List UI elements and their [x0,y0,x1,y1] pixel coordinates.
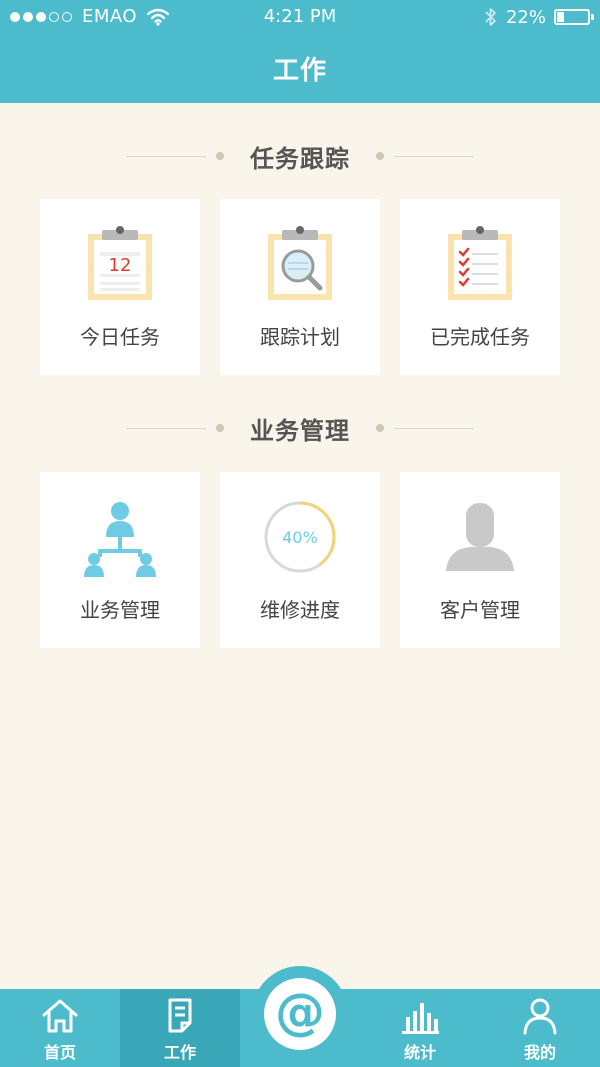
card-tracking-plan[interactable]: 跟踪计划 [220,199,380,375]
at-sign-icon: @ [275,983,325,1041]
section-title-text: 任务跟踪 [250,144,350,173]
card-label: 业务管理 [80,598,160,622]
tab-home[interactable]: 首页 [0,989,120,1067]
battery-fill [557,12,564,22]
tab-label: 统计 [403,1043,436,1062]
magnifier-clipboard-icon [220,224,380,304]
divider-line [126,427,206,429]
card-label: 维修进度 [260,598,340,622]
top-bar: EMAO 4:21 PM 22% 工作 [0,0,600,103]
divider-dot [216,152,224,160]
status-bar: EMAO 4:21 PM 22% [0,0,600,34]
card-label: 已完成任务 [430,325,530,349]
divider-line [394,155,474,157]
section-title-task-tracking: 任务跟踪 [0,136,600,176]
page-title: 工作 [272,56,327,86]
tab-label: 我的 [523,1043,556,1062]
org-chart-icon [40,497,200,577]
card-repair-progress[interactable]: 40% 维修进度 [220,472,380,648]
divider-line [126,155,206,157]
person-silhouette-icon [400,497,560,577]
tab-me[interactable]: 我的 [480,989,600,1067]
progress-text: 40% [282,528,318,547]
tab-label: 首页 [43,1043,76,1062]
at-button[interactable]: @ [264,978,336,1050]
card-label: 今日任务 [80,325,160,349]
section-title-business: 业务管理 [0,408,600,448]
battery-percent: 22% [505,6,546,28]
bar-chart-icon [402,1003,439,1034]
tab-label: 工作 [163,1043,196,1062]
divider-dot [216,424,224,432]
divider-line [394,427,474,429]
tab-statistics[interactable]: 统计 [360,989,480,1067]
card-label: 跟踪计划 [260,325,340,349]
status-right: 22% [484,6,594,28]
card-customer-management[interactable]: 客户管理 [400,472,560,648]
document-icon [168,998,192,1033]
bluetooth-icon [485,8,496,26]
tab-work[interactable]: 工作 [120,989,240,1067]
checklist-clipboard-icon [400,224,560,304]
calendar-date: 12 [109,255,132,276]
user-icon [523,998,557,1035]
home-icon [42,999,78,1033]
task-tracking-grid: 12 今日任务 跟踪计划 已完成任务 [40,199,560,375]
business-grid: 业务管理 40% 维修进度 客户管理 [40,472,560,648]
divider-dot [376,424,384,432]
card-today-tasks[interactable]: 12 今日任务 [40,199,200,375]
battery-icon [554,9,594,25]
card-label: 客户管理 [440,598,520,622]
progress-ring-icon: 40% [220,497,380,577]
divider-dot [376,152,384,160]
card-completed-tasks[interactable]: 已完成任务 [400,199,560,375]
calendar-clipboard-icon: 12 [40,224,200,304]
card-business-management[interactable]: 业务管理 [40,472,200,648]
section-title-text: 业务管理 [250,416,350,445]
